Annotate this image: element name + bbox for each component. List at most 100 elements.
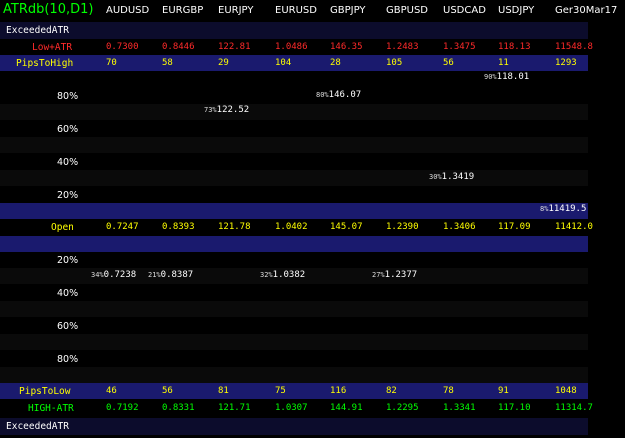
- grid-stripe: [0, 367, 588, 383]
- value-cell: 91: [498, 386, 509, 396]
- indicator-title: ATRdb(10,D1): [3, 2, 94, 17]
- value-cell: 70: [106, 58, 117, 68]
- value-cell: 0.8331: [162, 403, 195, 413]
- level-marker: 21%0.8387: [148, 270, 193, 280]
- value-cell: 28: [330, 58, 341, 68]
- value-cell: 104: [275, 58, 292, 68]
- value-cell: 117.10: [498, 403, 531, 413]
- value-cell: 1.0486: [275, 42, 308, 52]
- value-cell: 1.3406: [443, 222, 476, 232]
- value-cell: 1.2483: [386, 42, 419, 52]
- marker-percent: 30%: [429, 173, 442, 181]
- col-header: EURJPY: [218, 5, 254, 16]
- value-cell: 11314.7: [555, 403, 593, 413]
- value-cell: 11: [498, 58, 509, 68]
- value-cell: 82: [386, 386, 397, 396]
- value-cell: 1.3341: [443, 403, 476, 413]
- percent-label: 60%: [57, 321, 79, 332]
- level-marker: 34%0.7238: [91, 270, 136, 280]
- level-marker: 27%1.2377: [372, 270, 417, 280]
- value-cell: 0.7300: [106, 42, 139, 52]
- marker-price: 118.01: [496, 72, 530, 82]
- percent-label: 80%: [57, 91, 79, 102]
- value-cell: 1.3475: [443, 42, 476, 52]
- percent-label: 20%: [57, 190, 79, 201]
- open-band-row: [0, 236, 588, 252]
- value-cell: 78: [443, 386, 454, 396]
- low-atr-row: Low+ATR 0.7300 0.8446 122.81 1.0486 146.…: [0, 39, 593, 56]
- marker-percent: 73%: [204, 106, 217, 114]
- col-header: EURGBP: [162, 5, 204, 16]
- header-row: ATRdb(10,D1) AUDUSD EURGBP EURJPY EURUSD…: [0, 0, 625, 21]
- grid-stripe: [0, 170, 588, 186]
- grid-stripe: [0, 104, 588, 120]
- value-cell: 117.09: [498, 222, 531, 232]
- marker-percent: 34%: [91, 271, 104, 279]
- open-row: Open 0.7247 0.8393 121.78 1.0402 145.07 …: [0, 219, 593, 236]
- row-label: Open: [51, 222, 74, 233]
- marker-percent: 90%: [484, 73, 497, 81]
- grid-stripe: [0, 301, 588, 317]
- pips-to-low-row: PipsToLow 46 56 81 75 116 82 78 91 1048: [0, 383, 588, 399]
- value-cell: 29: [218, 58, 229, 68]
- percent-label: 60%: [57, 124, 79, 135]
- level-marker: 73%122.52: [204, 105, 249, 115]
- row-label: ExceededATR: [6, 25, 69, 36]
- level-marker: 80%146.07: [316, 90, 361, 100]
- low-band-row: 8%11419.5: [0, 203, 588, 219]
- marker-price: 1.3419: [441, 172, 475, 182]
- col-header: EURUSD: [275, 5, 317, 16]
- value-cell: 118.13: [498, 42, 531, 52]
- marker-price: 122.52: [216, 105, 250, 115]
- value-cell: 58: [162, 58, 173, 68]
- value-cell: 0.8393: [162, 222, 195, 232]
- percent-label: 40%: [57, 157, 79, 168]
- percent-label: 40%: [57, 288, 79, 299]
- marker-price: 11419.5: [548, 204, 587, 214]
- value-cell: 1.0307: [275, 403, 308, 413]
- row-label: Low+ATR: [32, 42, 73, 53]
- marker-percent: 27%: [372, 271, 385, 279]
- value-cell: 116: [330, 386, 347, 396]
- value-cell: 0.7247: [106, 222, 139, 232]
- value-cell: 121.78: [218, 222, 251, 232]
- value-cell: 144.91: [330, 403, 363, 413]
- value-cell: 81: [218, 386, 229, 396]
- exceeded-atr-bottom-row: ExceededATR: [0, 418, 588, 435]
- high-atr-row: HIGH-ATR 0.7192 0.8331 121.71 1.0307 144…: [0, 400, 593, 417]
- value-cell: 145.07: [330, 222, 363, 232]
- value-cell: 121.71: [218, 403, 251, 413]
- marker-percent: 32%: [260, 271, 273, 279]
- value-cell: 1.2295: [386, 403, 419, 413]
- level-marker: 32%1.0382: [260, 270, 305, 280]
- percent-label: 20%: [57, 255, 79, 266]
- marker-price: 1.0382: [272, 270, 306, 280]
- exceeded-atr-top-row: ExceededATR: [0, 22, 588, 39]
- value-cell: 1293: [555, 58, 577, 68]
- value-cell: 0.7192: [106, 403, 139, 413]
- value-cell: 1.2390: [386, 222, 419, 232]
- value-cell: 56: [162, 386, 173, 396]
- row-label: PipsToHigh: [16, 58, 74, 69]
- value-cell: 105: [386, 58, 403, 68]
- value-cell: 1048: [555, 386, 577, 396]
- value-cell: 146.35: [330, 42, 363, 52]
- value-cell: 1.0402: [275, 222, 308, 232]
- value-cell: 75: [275, 386, 286, 396]
- value-cell: 46: [106, 386, 117, 396]
- col-header: GBPJPY: [330, 5, 366, 16]
- marker-price: 0.7238: [103, 270, 137, 280]
- col-header: GBPUSD: [386, 5, 429, 16]
- row-label: ExceededATR: [6, 421, 69, 432]
- marker-price: 146.07: [328, 90, 362, 100]
- col-header: Ger30Mar17: [555, 5, 618, 16]
- value-cell: 11412.0: [555, 222, 593, 232]
- col-header: USDCAD: [443, 5, 486, 16]
- col-header: USDJPY: [498, 5, 535, 16]
- row-label: PipsToLow: [19, 386, 71, 397]
- col-header: AUDUSD: [106, 5, 150, 16]
- value-cell: 122.81: [218, 42, 251, 52]
- grid-stripe: [0, 137, 588, 153]
- marker-price: 1.2377: [384, 270, 418, 280]
- row-label: HIGH-ATR: [28, 403, 74, 414]
